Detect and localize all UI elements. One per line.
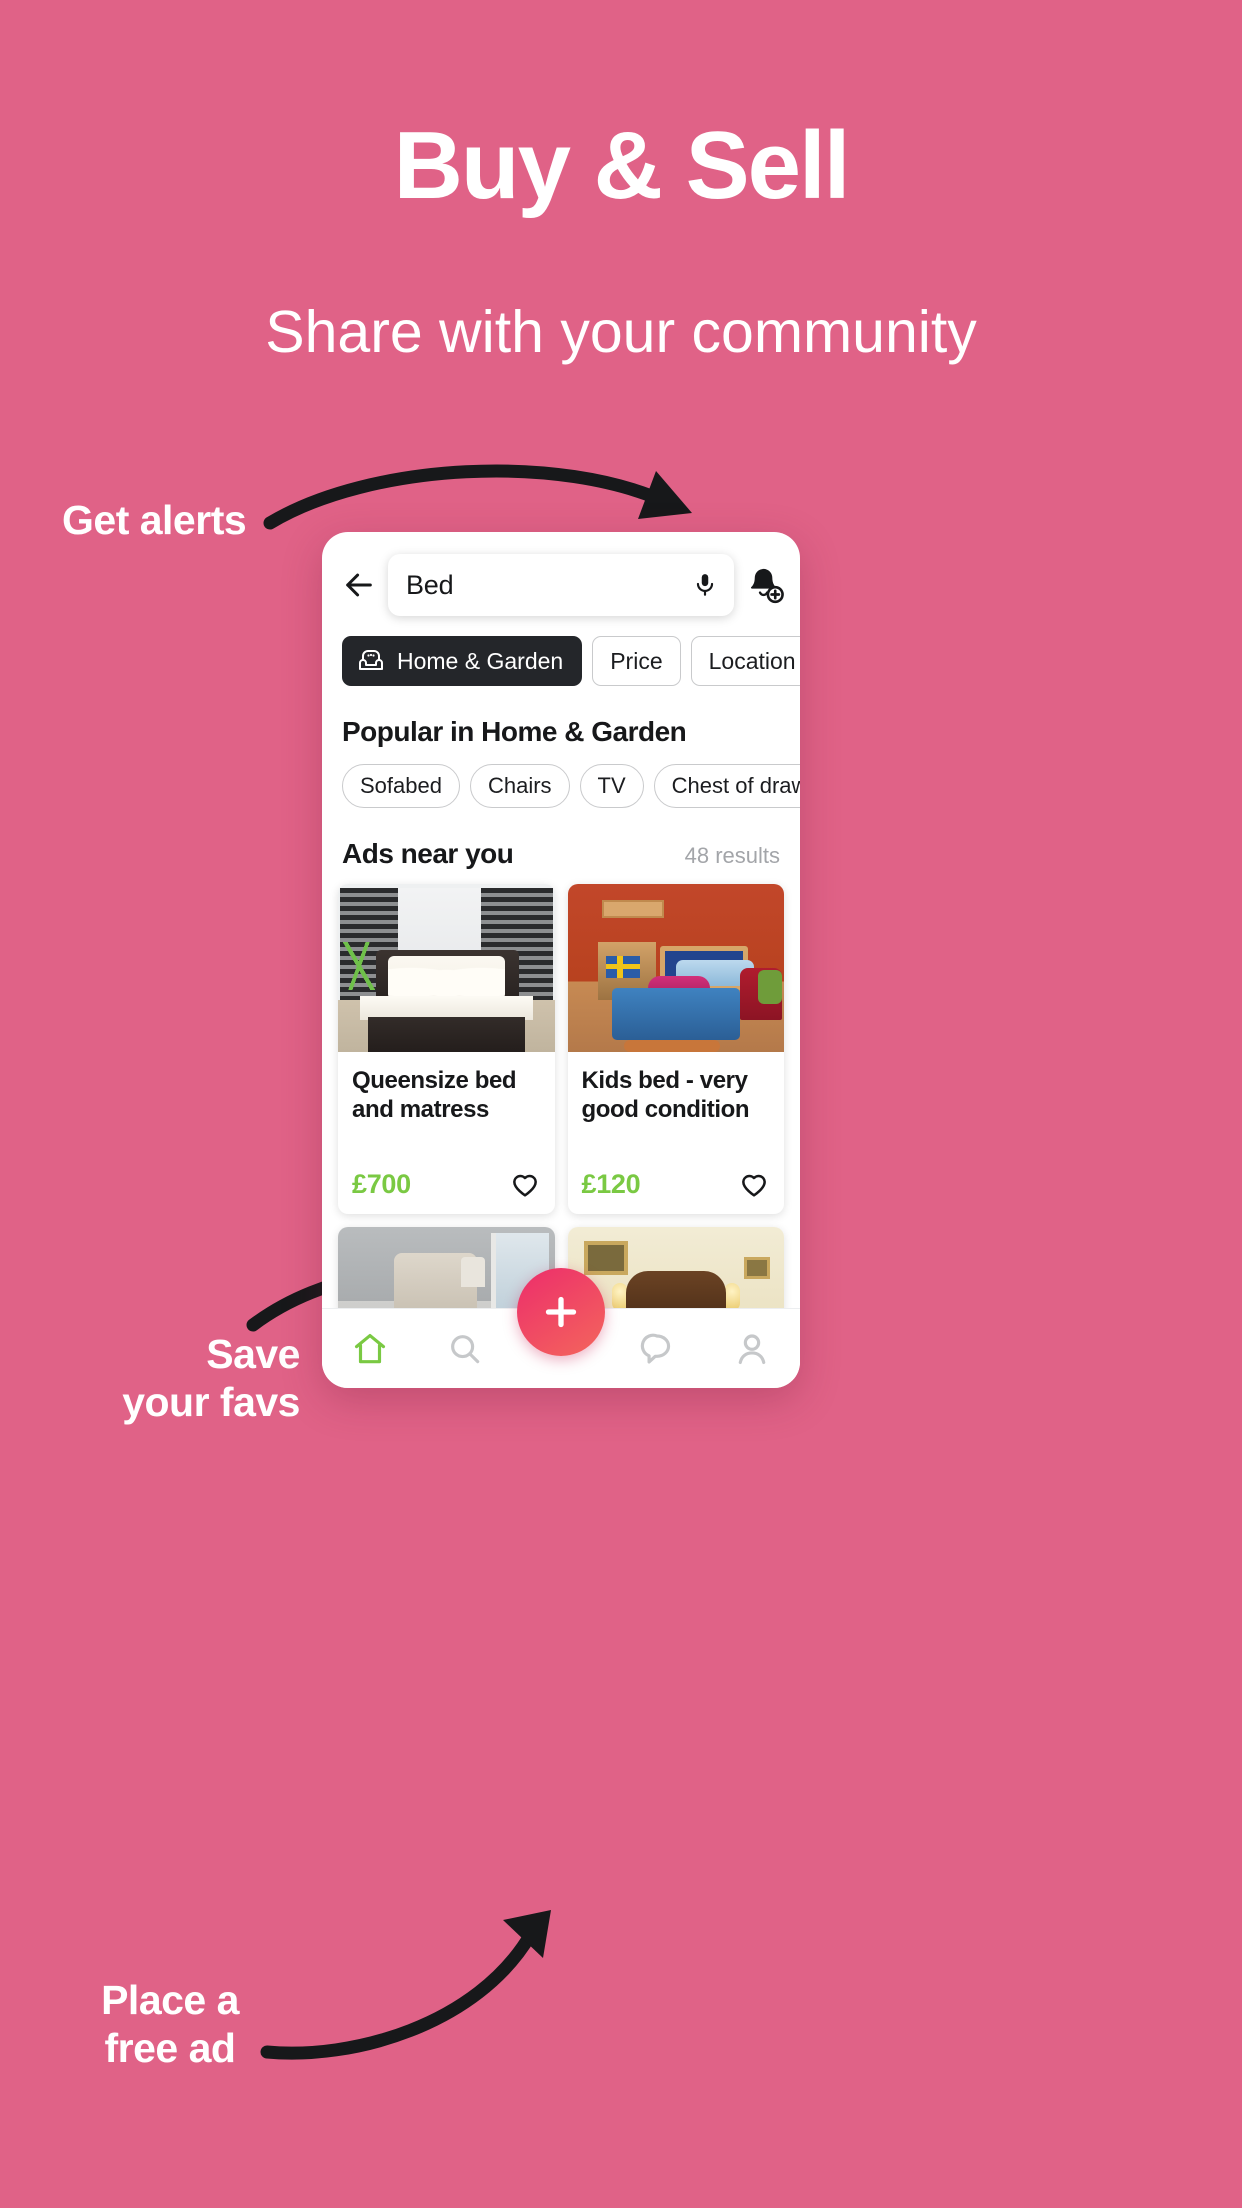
filter-chip-category-label: Home & Garden bbox=[397, 647, 564, 674]
popular-tag-tv[interactable]: TV bbox=[579, 764, 644, 808]
popular-tag-chest-of-drawers[interactable]: Chest of drawers bbox=[653, 764, 800, 808]
armchair-icon bbox=[359, 650, 383, 670]
phone-mockup: Bed Home & Garden Price Location Popular… bbox=[322, 532, 800, 1388]
listing-title: Kids bed - very good condition bbox=[581, 1067, 750, 1124]
listing-title: Queensize bed and matress bbox=[352, 1067, 517, 1124]
heart-outline-icon[interactable] bbox=[738, 1168, 770, 1200]
heart-outline-icon[interactable] bbox=[509, 1168, 541, 1200]
listing-price: £120 bbox=[581, 1168, 641, 1199]
popular-tag-chairs-label: Chairs bbox=[487, 773, 552, 798]
microphone-icon[interactable] bbox=[692, 569, 718, 601]
popular-tag-chest-of-drawers-label: Chest of drawers bbox=[671, 773, 800, 798]
listing-image-queensize-bed bbox=[338, 884, 555, 1052]
popular-tag-chairs[interactable]: Chairs bbox=[469, 764, 570, 808]
chat-bubble-icon[interactable] bbox=[638, 1330, 676, 1368]
callout-save-favs: Save your favs bbox=[0, 1330, 300, 1427]
ads-results-count: 48 results bbox=[684, 843, 780, 868]
filter-chip-location-label: Location bbox=[708, 647, 796, 674]
post-ad-button[interactable] bbox=[517, 1268, 605, 1356]
filter-chip-price-label: Price bbox=[610, 647, 663, 674]
filter-chip-location[interactable]: Location bbox=[690, 636, 800, 686]
filter-chip-row: Home & Garden Price Location Sort bbox=[322, 632, 800, 686]
back-arrow-icon[interactable] bbox=[342, 568, 376, 602]
callout-place-ad-line2: free ad bbox=[104, 2025, 236, 2072]
callout-place-ad-line1: Place a bbox=[101, 1977, 239, 2023]
home-icon[interactable] bbox=[351, 1330, 389, 1368]
popular-section-header: Popular in Home & Garden bbox=[322, 686, 800, 748]
callout-place-free-ad: Place a free ad bbox=[0, 1976, 340, 2073]
person-icon[interactable] bbox=[733, 1330, 771, 1368]
popular-tag-sofabed[interactable]: Sofabed bbox=[342, 764, 460, 808]
search-bar: Bed bbox=[322, 532, 800, 632]
listing-card[interactable]: Queensize bed and matress £700 bbox=[338, 884, 555, 1214]
popular-tag-sofabed-label: Sofabed bbox=[360, 773, 442, 798]
filter-chip-category[interactable]: Home & Garden bbox=[342, 636, 583, 686]
ads-section-header: Ads near you 48 results bbox=[322, 808, 800, 870]
callout-save-favs-line1: Save bbox=[206, 1331, 300, 1377]
callout-save-favs-line2: your favs bbox=[122, 1379, 300, 1426]
search-icon[interactable] bbox=[446, 1330, 484, 1368]
ads-section-title: Ads near you bbox=[342, 838, 514, 869]
listing-price: £700 bbox=[352, 1168, 411, 1199]
popular-tag-tv-label: TV bbox=[597, 773, 626, 798]
listing-card[interactable]: Kids bed - very good condition £120 bbox=[567, 884, 784, 1214]
filter-chip-price[interactable]: Price bbox=[592, 636, 681, 686]
page-subtitle: Share with your community bbox=[265, 299, 977, 365]
popular-tag-row: Sofabed Chairs TV Chest of drawers bbox=[322, 748, 800, 808]
page-title: Buy & Sell bbox=[393, 112, 851, 219]
callout-get-alerts: Get alerts bbox=[62, 497, 247, 543]
listing-image-kids-bed bbox=[567, 884, 784, 1052]
search-input[interactable]: Bed bbox=[388, 554, 734, 616]
plus-icon bbox=[545, 1296, 577, 1328]
search-input-value: Bed bbox=[406, 569, 454, 600]
popular-section-title: Popular in Home & Garden bbox=[342, 716, 687, 747]
bell-plus-icon[interactable] bbox=[746, 566, 784, 604]
